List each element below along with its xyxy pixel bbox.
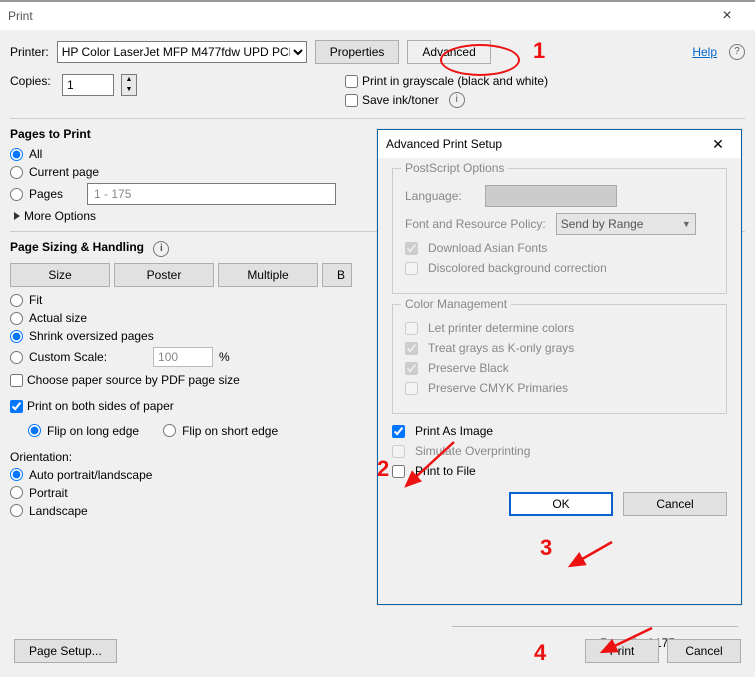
- copies-label: Copies:: [10, 74, 54, 88]
- print-to-file-checkbox[interactable]: Print to File: [392, 464, 727, 478]
- dialog-close-button[interactable]: ✕: [703, 130, 733, 158]
- flip-short-radio[interactable]: Flip on short edge: [163, 424, 278, 438]
- spinner-up-icon[interactable]: ▲: [122, 75, 136, 85]
- preserve-cmyk-checkbox: Preserve CMYK Primaries: [405, 381, 714, 395]
- spinner-down-icon[interactable]: ▼: [122, 85, 136, 95]
- help-icon[interactable]: ?: [729, 44, 745, 60]
- page-setup-button[interactable]: Page Setup...: [14, 639, 117, 663]
- print-both-sides-checkbox[interactable]: Print on both sides of paper: [10, 399, 174, 413]
- language-row: Language:: [405, 185, 714, 207]
- dialog-cancel-button[interactable]: Cancel: [623, 492, 727, 516]
- print-options-column: Print in grayscale (black and white) Sav…: [345, 74, 548, 108]
- preserve-black-checkbox: Preserve Black: [405, 361, 714, 375]
- multiple-button[interactable]: Multiple: [218, 263, 318, 287]
- grayscale-checkbox[interactable]: Print in grayscale (black and white): [345, 74, 548, 88]
- help-link[interactable]: Help: [692, 45, 717, 59]
- dialog-title: Advanced Print Setup: [386, 130, 502, 158]
- let-printer-checkbox: Let printer determine colors: [405, 321, 714, 335]
- copies-input[interactable]: [62, 74, 114, 96]
- booklet-button[interactable]: B: [322, 263, 352, 287]
- pages-range-input[interactable]: [87, 183, 336, 205]
- cancel-button[interactable]: Cancel: [667, 639, 741, 663]
- font-policy-select: Send by Range▼: [556, 213, 696, 235]
- properties-button[interactable]: Properties: [315, 40, 400, 64]
- preview-divider: [452, 626, 738, 628]
- font-policy-row: Font and Resource Policy: Send by Range▼: [405, 213, 714, 235]
- poster-button[interactable]: Poster: [114, 263, 214, 287]
- window-close-button[interactable]: ×: [707, 2, 747, 30]
- simulate-overprinting-checkbox: Simulate Overprinting: [392, 444, 727, 458]
- language-select: [485, 185, 617, 207]
- chevron-down-icon: ▼: [682, 219, 691, 229]
- flip-long-radio[interactable]: Flip on long edge: [28, 424, 139, 438]
- dialog-titlebar: Advanced Print Setup ✕: [378, 130, 741, 158]
- advanced-button[interactable]: Advanced: [407, 40, 490, 64]
- postscript-legend: PostScript Options: [401, 161, 508, 175]
- titlebar: Print ×: [0, 2, 755, 30]
- triangle-right-icon: [14, 212, 20, 220]
- copies-row: Copies: ▲ ▼ Print in grayscale (black an…: [10, 74, 745, 108]
- print-button[interactable]: Print: [585, 639, 659, 663]
- size-button[interactable]: Size: [10, 263, 110, 287]
- info-icon[interactable]: i: [153, 241, 169, 257]
- copies-spinner[interactable]: ▲ ▼: [121, 74, 137, 96]
- treat-grays-checkbox: Treat grays as K-only grays: [405, 341, 714, 355]
- printer-row: Printer: HP Color LaserJet MFP M477fdw U…: [10, 40, 745, 64]
- print-dialog-window: Print × Printer: HP Color LaserJet MFP M…: [0, 0, 755, 677]
- advanced-print-setup-dialog: Advanced Print Setup ✕ PostScript Option…: [377, 129, 742, 605]
- print-as-image-checkbox[interactable]: Print As Image: [392, 424, 727, 438]
- asian-fonts-checkbox: Download Asian Fonts: [405, 241, 714, 255]
- info-icon[interactable]: i: [449, 92, 465, 108]
- dialog-ok-button[interactable]: OK: [509, 492, 613, 516]
- postscript-fieldset: PostScript Options Language: Font and Re…: [392, 168, 727, 294]
- printer-label: Printer:: [10, 45, 49, 59]
- custom-scale-input[interactable]: [153, 347, 213, 367]
- printer-select[interactable]: HP Color LaserJet MFP M477fdw UPD PCL 6: [57, 41, 307, 63]
- color-mgmt-legend: Color Management: [401, 297, 511, 311]
- dialog-button-row: OK Cancel: [392, 492, 727, 516]
- discolored-bg-checkbox: Discolored background correction: [405, 261, 714, 275]
- window-title: Print: [8, 2, 33, 30]
- save-ink-checkbox[interactable]: Save ink/toner i: [345, 92, 548, 108]
- dialog-body: PostScript Options Language: Font and Re…: [378, 158, 741, 526]
- color-mgmt-fieldset: Color Management Let printer determine c…: [392, 304, 727, 414]
